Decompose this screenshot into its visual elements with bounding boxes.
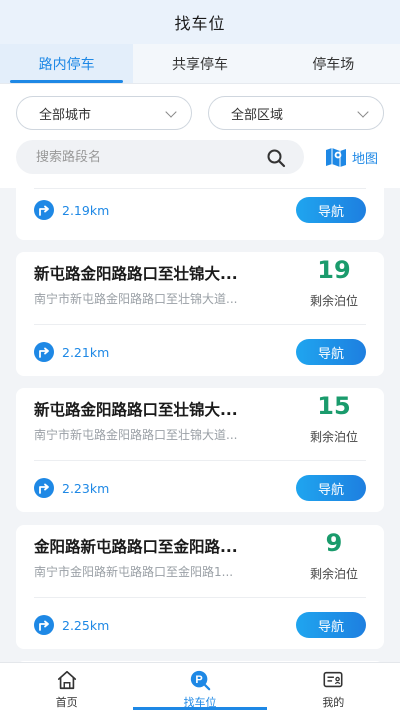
remaining-label: 剩余泊位 — [309, 430, 358, 444]
road-address: 南宁市新屯路金阳路路口至壮锦大道... — [34, 428, 238, 442]
remaining-count: 15 — [317, 392, 351, 420]
remaining-count: 9 — [325, 529, 343, 557]
route-icon — [34, 342, 54, 362]
tab-parking-lot[interactable]: 停车场 — [267, 44, 400, 83]
navigate-button[interactable]: 导航 — [296, 197, 366, 223]
distance-value: 2.23km — [62, 480, 110, 496]
road-name: 新屯路金阳路路口至壮锦大... — [34, 401, 238, 419]
map-label: 地图 — [352, 151, 379, 167]
distance-value: 2.25km — [62, 617, 110, 633]
route-icon — [34, 478, 54, 498]
distance: 2.19km — [34, 198, 109, 222]
list-item[interactable]: 新屯路金阳路路口至壮锦大... 南宁市新屯路金阳路路口至壮锦大道... 19 剩… — [16, 252, 384, 376]
navigate-button[interactable]: 导航 — [296, 475, 366, 501]
remaining-label: 剩余泊位 — [309, 567, 358, 581]
tabbar-item-find-parking[interactable]: P 找车位 — [133, 663, 267, 710]
route-icon — [34, 615, 54, 635]
card-divider — [34, 597, 366, 598]
city-select-value: 全部城市 — [39, 107, 92, 123]
parking-list: 2.19km 导航 新屯路金阳路路口至壮锦大... 南宁市新屯路金阳路路口至壮锦… — [0, 188, 400, 662]
search-input[interactable] — [36, 140, 256, 174]
search-icon[interactable] — [266, 148, 286, 168]
list-item[interactable]: 新屯路金阳路路口至壮锦大... 南宁市新屯路金阳路路口至壮锦大道... 15 剩… — [16, 388, 384, 512]
page-title: 找车位 — [174, 14, 226, 33]
road-name: 新屯路金阳路路口至壮锦大... — [34, 265, 238, 283]
navigate-button[interactable]: 导航 — [296, 612, 366, 638]
card-divider — [34, 188, 366, 189]
tabbar-label: 找车位 — [183, 696, 217, 709]
search-box — [16, 140, 304, 174]
remaining-label: 剩余泊位 — [309, 294, 358, 308]
list-item[interactable]: 2.19km 导航 — [16, 188, 384, 240]
list-item[interactable]: 金阳路新屯路路口至金阳路... 南宁市金阳路新屯路路口至金阳路1... 9 剩余… — [16, 525, 384, 649]
app-header: 找车位 — [0, 0, 400, 44]
distance-value: 2.21km — [62, 344, 110, 360]
parking-icon: P — [190, 670, 211, 691]
tabbar-label: 我的 — [322, 696, 345, 709]
navigate-button[interactable]: 导航 — [296, 339, 366, 365]
road-address: 南宁市金阳路新屯路路口至金阳路1... — [34, 565, 234, 579]
tabbar-item-profile[interactable]: 我的 — [267, 663, 400, 710]
area-select[interactable]: 全部区域 — [208, 96, 384, 130]
svg-text:P: P — [195, 674, 202, 686]
road-address: 南宁市新屯路金阳路路口至壮锦大道... — [34, 292, 238, 306]
road-name: 金阳路新屯路路口至金阳路... — [34, 538, 238, 556]
tab-street-parking[interactable]: 路内停车 — [0, 44, 134, 83]
card-divider — [34, 460, 366, 461]
distance-value: 2.19km — [62, 202, 110, 218]
distance: 2.23km — [34, 476, 109, 500]
tabbar-item-home[interactable]: 首页 — [0, 663, 133, 710]
map-icon — [326, 148, 346, 167]
profile-card-icon — [323, 671, 343, 688]
distance: 2.25km — [34, 613, 109, 637]
route-icon — [34, 200, 54, 220]
tab-shared-parking[interactable]: 共享停车 — [133, 44, 266, 83]
distance: 2.21km — [34, 340, 109, 364]
remaining-count: 19 — [317, 256, 351, 284]
chevron-down-icon — [357, 106, 369, 118]
city-select[interactable]: 全部城市 — [16, 96, 192, 130]
filter-area: 全部城市 全部区域 地图 — [0, 84, 400, 188]
tabbar-label: 首页 — [55, 696, 78, 709]
card-divider — [34, 324, 366, 325]
chevron-down-icon — [165, 106, 177, 118]
home-icon — [57, 670, 76, 690]
area-select-value: 全部区域 — [231, 107, 284, 123]
category-tabs: 路内停车 共享停车 停车场 — [0, 44, 400, 84]
map-button[interactable]: 地图 — [324, 144, 378, 170]
bottom-tabbar: 首页 P 找车位 我的 — [0, 662, 400, 710]
